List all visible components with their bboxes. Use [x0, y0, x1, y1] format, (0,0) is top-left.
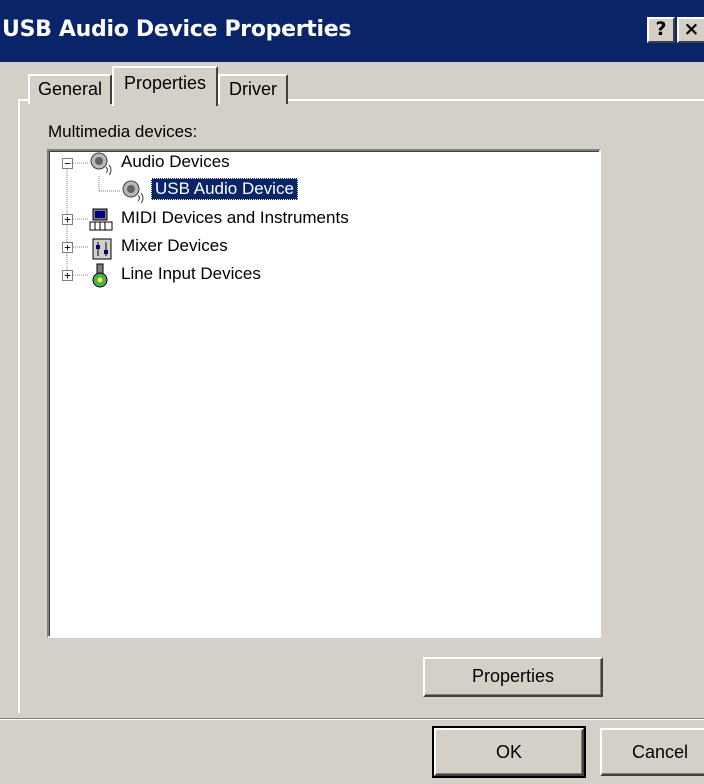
ok-button[interactable]: OK: [432, 726, 586, 778]
mixer-icon: [92, 238, 112, 260]
tab-driver-label: Driver: [229, 79, 277, 99]
line-input-icon: [92, 263, 108, 288]
device-tree[interactable]: − Audio Devices USB Audio Device + MIDI …: [47, 149, 601, 638]
expand-line-input-devices[interactable]: +: [62, 270, 73, 281]
multimedia-devices-label: Multimedia devices:: [48, 122, 198, 141]
collapse-audio-devices[interactable]: −: [62, 158, 73, 169]
tab-strip: General Properties Driver: [0, 62, 704, 106]
tab-general[interactable]: General: [28, 74, 112, 104]
close-button[interactable]: ×: [677, 17, 704, 43]
expand-mixer-devices[interactable]: +: [62, 242, 73, 253]
tree-item-line-input-devices[interactable]: Line Input Devices: [121, 264, 261, 284]
tree-item-audio-devices[interactable]: Audio Devices: [121, 152, 230, 172]
speaker-icon: [90, 152, 112, 176]
divider-highlight: [0, 719, 704, 720]
help-button[interactable]: ?: [647, 17, 675, 43]
properties-button[interactable]: Properties: [423, 657, 603, 697]
title-bar[interactable]: USB Audio Device Properties ? ×: [0, 0, 704, 62]
tree-item-mixer-devices[interactable]: Mixer Devices: [121, 236, 228, 256]
tab-properties[interactable]: Properties: [112, 66, 218, 106]
expand-midi-devices[interactable]: +: [62, 214, 73, 225]
midi-keyboard-icon: [89, 208, 113, 231]
tree-item-midi-devices[interactable]: MIDI Devices and Instruments: [121, 208, 349, 228]
window-title: USB Audio Device Properties: [2, 17, 352, 42]
cancel-button[interactable]: Cancel: [600, 728, 704, 776]
tab-properties-label: Properties: [123, 73, 207, 93]
speaker-icon: [122, 180, 144, 204]
tab-general-label: General: [37, 79, 103, 99]
tree-item-usb-audio-device[interactable]: USB Audio Device: [151, 178, 298, 200]
tab-driver[interactable]: Driver: [218, 74, 288, 104]
